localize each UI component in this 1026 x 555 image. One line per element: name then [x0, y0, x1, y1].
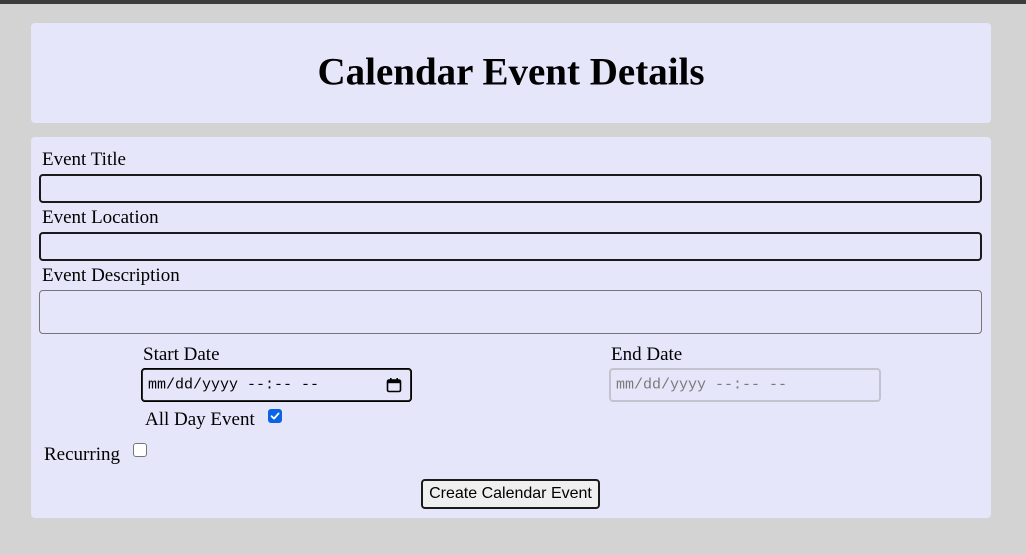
window-top-edge [0, 0, 1026, 4]
start-date-placeholder: mm/dd/yyyy --:-- -- [148, 376, 320, 394]
start-date-label: Start Date [143, 344, 220, 365]
event-description-label: Event Description [42, 265, 180, 286]
start-date-input[interactable]: mm/dd/yyyy --:-- -- [141, 368, 412, 402]
recurring-label: Recurring [44, 444, 120, 465]
event-description-textarea[interactable] [39, 290, 982, 334]
event-form: Event Title Event Location Event Descrip… [31, 137, 991, 518]
header-panel: Calendar Event Details [31, 23, 991, 123]
event-title-label: Event Title [42, 149, 126, 170]
end-date-label: End Date [611, 344, 683, 365]
checkmark-icon [270, 412, 280, 420]
event-location-label: Event Location [42, 207, 159, 228]
event-title-input[interactable] [39, 174, 982, 203]
end-date-input: mm/dd/yyyy --:-- -- [609, 368, 881, 402]
event-location-input[interactable] [39, 232, 982, 261]
calendar-icon[interactable] [386, 377, 402, 393]
all-day-event-checkbox[interactable] [268, 409, 282, 423]
create-calendar-event-button[interactable]: Create Calendar Event [421, 479, 600, 509]
page-title: Calendar Event Details [317, 50, 705, 94]
recurring-checkbox[interactable] [133, 443, 147, 457]
all-day-event-label: All Day Event [145, 409, 255, 430]
end-date-placeholder: mm/dd/yyyy --:-- -- [616, 376, 788, 394]
